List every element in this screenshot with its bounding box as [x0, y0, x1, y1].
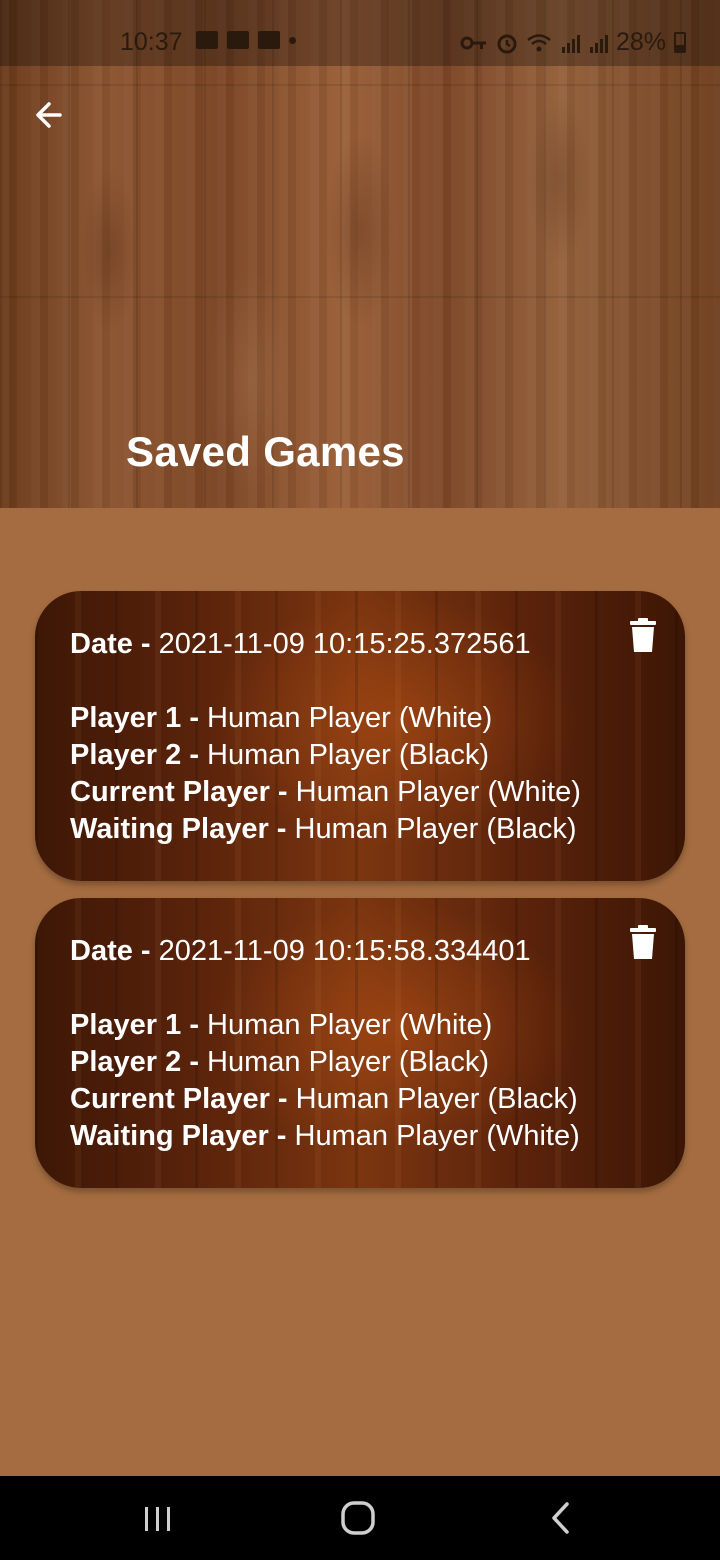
- player1-label: Player 1 -: [70, 1009, 208, 1041]
- status-system-icons: 28%: [460, 28, 686, 57]
- player2-row: Player 2 - Human Player (Black): [70, 737, 581, 774]
- current-player-label: Current Player -: [70, 776, 296, 808]
- calendar-icon: [227, 31, 249, 49]
- home-button[interactable]: [340, 1500, 376, 1536]
- recents-icon: [145, 1507, 170, 1531]
- recents-button[interactable]: [143, 1506, 173, 1532]
- player1-row: Player 1 - Human Player (White): [70, 1007, 580, 1044]
- signal-icon: [589, 34, 608, 53]
- delete-button[interactable]: [629, 924, 657, 960]
- date-label: Date -: [70, 935, 159, 967]
- trash-icon: [630, 925, 656, 959]
- back-button[interactable]: [30, 96, 70, 136]
- arrow-left-icon: [36, 102, 62, 128]
- navigation-bar: [0, 1476, 720, 1560]
- page-title: Saved Games: [126, 428, 405, 475]
- player1-value: Human Player (White): [207, 1009, 493, 1041]
- delete-button[interactable]: [629, 617, 657, 653]
- player2-label: Player 2 -: [70, 739, 208, 771]
- saved-game-details: Date - 2021-11-09 10:15:58.334401 Player…: [70, 933, 580, 1155]
- player2-value: Human Player (Black): [207, 739, 490, 771]
- date-row: Date - 2021-11-09 10:15:25.372561: [70, 626, 581, 663]
- player1-row: Player 1 - Human Player (White): [70, 700, 581, 737]
- player2-label: Player 2 -: [70, 1046, 208, 1078]
- waiting-player-value: Human Player (Black): [294, 813, 577, 845]
- home-icon: [341, 1501, 375, 1535]
- date-label: Date -: [70, 628, 159, 660]
- player2-row: Player 2 - Human Player (Black): [70, 1044, 580, 1081]
- status-notification-icons: [196, 31, 296, 49]
- saved-game-details: Date - 2021-11-09 10:15:25.372561 Player…: [70, 626, 581, 848]
- signal-icon: [561, 34, 580, 53]
- waiting-player-value: Human Player (White): [294, 1120, 580, 1152]
- saved-game-card[interactable]: Date - 2021-11-09 10:15:58.334401 Player…: [35, 898, 685, 1188]
- alarm-icon: [497, 34, 517, 53]
- waiting-player-label: Waiting Player -: [70, 813, 295, 845]
- vpn-key-icon: [460, 36, 486, 49]
- wifi-icon: [527, 33, 551, 51]
- waiting-player-row: Waiting Player - Human Player (White): [70, 1118, 580, 1155]
- status-bar: 10:37 28%: [0, 0, 720, 66]
- saved-game-card[interactable]: Date - 2021-11-09 10:15:25.372561 Player…: [35, 591, 685, 881]
- current-player-value: Human Player (White): [295, 776, 581, 808]
- battery-icon: [674, 32, 686, 53]
- current-player-row: Current Player - Human Player (Black): [70, 1081, 580, 1118]
- trash-icon: [630, 618, 656, 652]
- current-player-label: Current Player -: [70, 1083, 296, 1115]
- back-chevron-icon: [552, 1502, 569, 1534]
- video-icon: [258, 31, 280, 49]
- player1-value: Human Player (White): [207, 702, 493, 734]
- dot-icon: [289, 36, 296, 44]
- waiting-player-row: Waiting Player - Human Player (Black): [70, 811, 581, 848]
- player2-value: Human Player (Black): [207, 1046, 490, 1078]
- date-value: 2021-11-09 10:15:58.334401: [158, 935, 531, 967]
- nav-back-button[interactable]: [549, 1501, 573, 1535]
- waiting-player-label: Waiting Player -: [70, 1120, 295, 1152]
- header-banner: 10:37 28% Saved Games: [0, 0, 720, 508]
- date-value: 2021-11-09 10:15:25.372561: [158, 628, 531, 660]
- image-icon: [196, 31, 218, 49]
- player1-label: Player 1 -: [70, 702, 208, 734]
- date-row: Date - 2021-11-09 10:15:58.334401: [70, 933, 580, 970]
- status-time: 10:37: [120, 28, 183, 56]
- current-player-value: Human Player (Black): [295, 1083, 578, 1115]
- current-player-row: Current Player - Human Player (White): [70, 774, 581, 811]
- battery-percent: 28%: [615, 28, 666, 56]
